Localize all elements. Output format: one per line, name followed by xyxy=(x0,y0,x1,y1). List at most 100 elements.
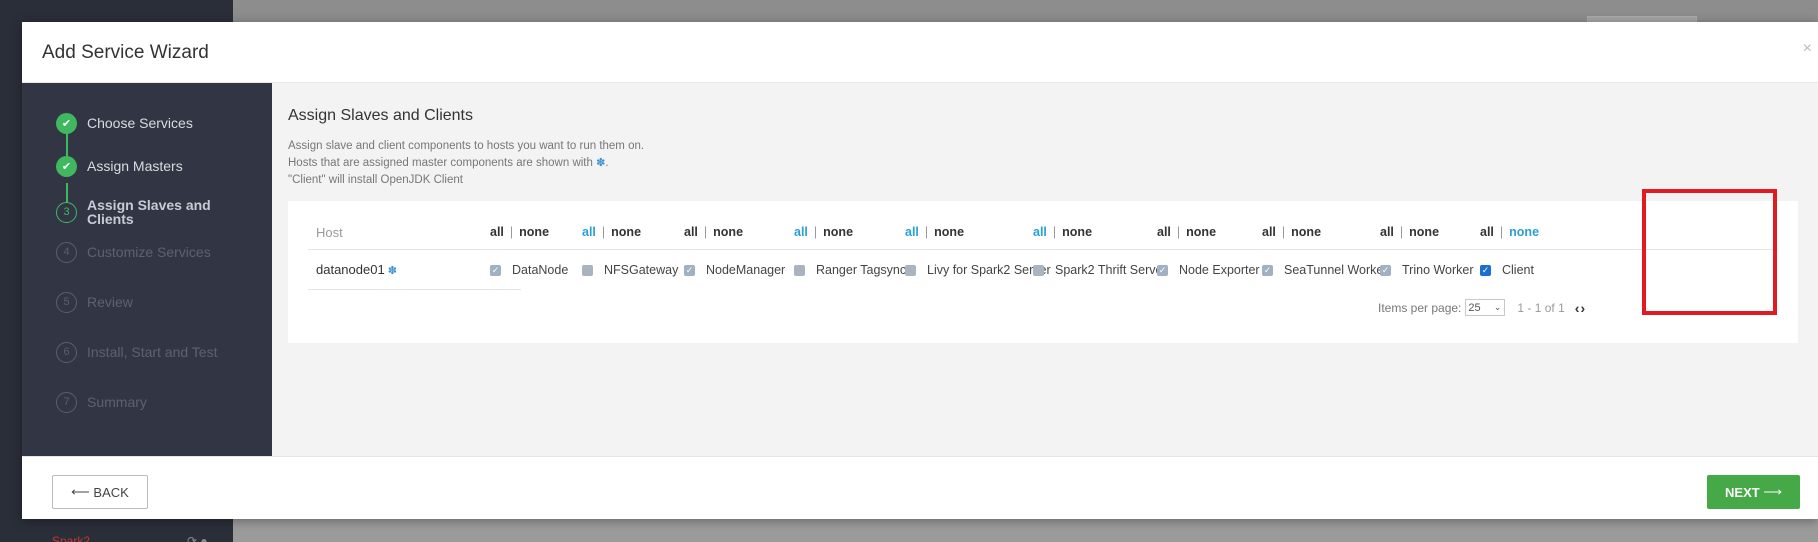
check-icon: ✔ xyxy=(56,155,77,177)
component-label: DataNode xyxy=(512,263,569,277)
next-page-icon[interactable]: › xyxy=(1580,300,1586,316)
select-all-link[interactable]: all xyxy=(905,225,919,239)
host-column-header: Host xyxy=(316,225,343,240)
step-number: 5 xyxy=(56,291,77,313)
component-checkbox-node-exporter[interactable]: ✓ Node Exporter xyxy=(1157,263,1260,277)
column-header-nfsgateway: all | none xyxy=(582,225,641,239)
close-icon[interactable]: × xyxy=(1803,40,1812,58)
add-service-wizard-modal: Add Service Wizard × ✔ Choose Services ✔… xyxy=(22,22,1818,519)
arrow-right-icon: ⟶ xyxy=(1763,484,1782,499)
select-none-link[interactable]: none xyxy=(611,225,641,239)
step-customize-services: 4 Customize Services xyxy=(56,237,211,267)
select-none-link[interactable]: none xyxy=(713,225,743,239)
checkbox-checked-icon: ✓ xyxy=(1157,264,1168,276)
pagination-arrows: ‹› xyxy=(1575,300,1586,316)
description-line: "Client" will install OpenJDK Client xyxy=(288,174,463,186)
select-all-link[interactable]: all xyxy=(1033,225,1047,239)
items-per-page-value: 25 xyxy=(1468,301,1481,314)
master-component-icon: ✽ xyxy=(387,265,397,277)
checkbox-checked-icon: ✓ xyxy=(1480,264,1491,276)
select-none-link[interactable]: none xyxy=(1062,225,1092,239)
step-summary: 7 Summary xyxy=(56,387,147,417)
column-header-trino-worker: all | none xyxy=(1380,225,1439,239)
step-choose-services[interactable]: ✔ Choose Services xyxy=(56,108,193,138)
step-label: Review xyxy=(87,294,133,310)
column-header-seatunnel-worker: all | none xyxy=(1262,225,1321,239)
separator: | xyxy=(924,225,929,239)
checkbox-checked-icon: ✓ xyxy=(490,264,501,276)
component-checkbox-seatunnel-worker[interactable]: ✓ SeaTunnel Worker xyxy=(1262,263,1388,277)
step-number: 7 xyxy=(56,391,77,413)
separator: | xyxy=(1499,225,1504,239)
select-all-link[interactable]: all xyxy=(490,225,504,239)
component-label: Trino Worker xyxy=(1402,263,1474,277)
component-label: Node Exporter xyxy=(1179,263,1260,277)
separator: | xyxy=(703,225,708,239)
arrow-left-icon: ⟵ xyxy=(71,484,90,499)
step-assign-masters[interactable]: ✔ Assign Masters xyxy=(56,151,183,181)
checkbox-unchecked-icon xyxy=(794,264,805,276)
step-number: 3 xyxy=(56,201,77,223)
select-none-link[interactable]: none xyxy=(823,225,853,239)
page-title: Assign Slaves and Clients xyxy=(288,107,473,124)
select-none-link[interactable]: none xyxy=(1509,225,1539,239)
separator: | xyxy=(1176,225,1181,239)
select-all-link[interactable]: all xyxy=(582,225,596,239)
component-label: Client xyxy=(1502,263,1534,277)
step-review: 5 Review xyxy=(56,287,133,317)
background-topbar xyxy=(233,0,1818,24)
component-checkbox-nfsgateway[interactable]: NFSGateway xyxy=(582,263,678,277)
step-assign-slaves-and-clients[interactable]: 3 Assign Slaves and Clients xyxy=(56,194,217,230)
select-none-link[interactable]: none xyxy=(519,225,549,239)
modal-footer: ⟵ BACK NEXT ⟶ xyxy=(22,456,1818,519)
component-checkbox-datanode[interactable]: ✓ DataNode xyxy=(490,263,568,277)
select-none-link[interactable]: none xyxy=(1186,225,1216,239)
component-checkbox-nodemanager[interactable]: ✓ NodeManager xyxy=(684,263,785,277)
items-per-page-select[interactable]: 25 ⌄ xyxy=(1465,299,1506,316)
header-divider xyxy=(308,249,1778,250)
component-checkbox-trino-worker[interactable]: ✓ Trino Worker xyxy=(1380,263,1474,277)
master-component-icon: ✽ xyxy=(596,157,606,169)
component-checkbox-client[interactable]: ✓ Client xyxy=(1480,263,1534,277)
component-label: NodeManager xyxy=(706,263,786,277)
select-all-link[interactable]: all xyxy=(1262,225,1276,239)
modal-title: Add Service Wizard xyxy=(42,42,209,63)
checkbox-checked-icon: ✓ xyxy=(1380,264,1391,276)
select-all-link[interactable]: all xyxy=(1380,225,1394,239)
component-checkbox-livy-spark2[interactable]: Livy for Spark2 Server xyxy=(905,263,1051,277)
wizard-content: Assign Slaves and Clients Assign slave a… xyxy=(272,83,1818,456)
select-all-link[interactable]: all xyxy=(1157,225,1171,239)
wizard-steps-nav: ✔ Choose Services ✔ Assign Masters 3 Ass… xyxy=(22,83,272,456)
select-none-link[interactable]: none xyxy=(934,225,964,239)
row-divider xyxy=(308,289,521,290)
select-all-link[interactable]: all xyxy=(794,225,808,239)
checkbox-unchecked-icon xyxy=(582,264,593,276)
select-all-link[interactable]: all xyxy=(684,225,698,239)
select-all-link[interactable]: all xyxy=(1480,225,1494,239)
select-none-link[interactable]: none xyxy=(1409,225,1439,239)
description-text: Hosts that are assigned master component… xyxy=(288,157,597,169)
step-label: Install, Start and Test xyxy=(87,344,218,360)
next-button[interactable]: NEXT ⟶ xyxy=(1707,475,1800,509)
separator: | xyxy=(1052,225,1057,239)
step-label: Assign Masters xyxy=(87,158,183,174)
select-none-link[interactable]: none xyxy=(1291,225,1321,239)
check-icon: ✔ xyxy=(56,112,77,134)
back-button[interactable]: ⟵ BACK xyxy=(52,475,148,509)
separator: | xyxy=(813,225,818,239)
page-description: Assign slave and client components to ho… xyxy=(288,138,644,189)
checkbox-checked-icon: ✓ xyxy=(684,264,695,276)
host-name: datanode01 ✽ xyxy=(316,262,397,277)
description-line: Assign slave and client components to ho… xyxy=(288,140,645,152)
host-assignment-table: Host datanode01 ✽ all | none all | none all | n… xyxy=(288,201,1798,343)
component-checkbox-spark2-thrift[interactable]: Spark2 Thrift Server xyxy=(1033,263,1167,277)
description-line: Hosts that are assigned master component… xyxy=(288,155,644,172)
background-status-icons: ⟳ ● xyxy=(187,534,208,542)
description-text: . xyxy=(605,157,609,169)
pagination-range: 1 - 1 of 1 xyxy=(1517,300,1565,315)
component-label: Spark2 Thrift Server xyxy=(1055,263,1167,277)
step-label: Customize Services xyxy=(87,244,211,260)
separator: | xyxy=(1281,225,1286,239)
component-checkbox-ranger-tagsync[interactable]: Ranger Tagsync xyxy=(794,263,906,277)
component-label: Ranger Tagsync xyxy=(816,263,907,277)
